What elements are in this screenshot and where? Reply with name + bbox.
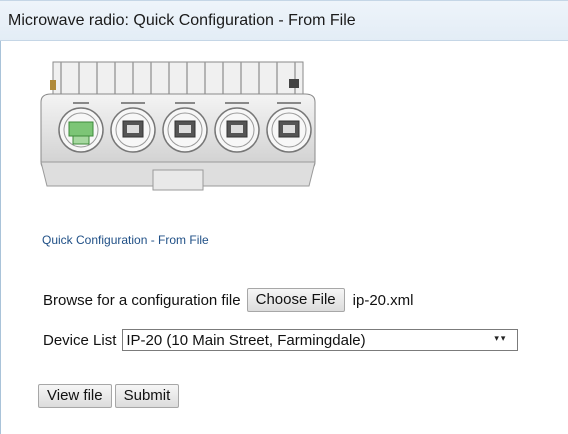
dropdown-arrow-icon: ▾▾: [494, 333, 508, 343]
section-heading: Quick Configuration - From File: [42, 233, 209, 247]
radio-unit-image: [40, 61, 316, 191]
choose-file-button[interactable]: Choose File: [246, 288, 345, 312]
view-file-button[interactable]: View file: [38, 384, 112, 408]
submit-button[interactable]: Submit: [114, 384, 180, 408]
browse-label: Browse for a configuration file: [43, 291, 241, 309]
device-list-value: IP-20 (10 Main Street, Farmingdale): [126, 331, 366, 349]
page-title: Microwave radio: Quick Configuration - F…: [8, 12, 356, 29]
browse-row: Browse for a configuration file Choose F…: [43, 288, 414, 312]
action-buttons: View file Submit: [38, 384, 180, 408]
device-list-row: Device List IP-20 (10 Main Street, Farmi…: [43, 328, 519, 352]
title-bar: Microwave radio: Quick Configuration - F…: [0, 0, 568, 41]
device-list-select[interactable]: IP-20 (10 Main Street, Farmingdale) ▾▾: [122, 329, 519, 351]
device-list-label: Device List: [43, 331, 117, 349]
selected-file-name: ip-20.xml: [352, 291, 414, 309]
